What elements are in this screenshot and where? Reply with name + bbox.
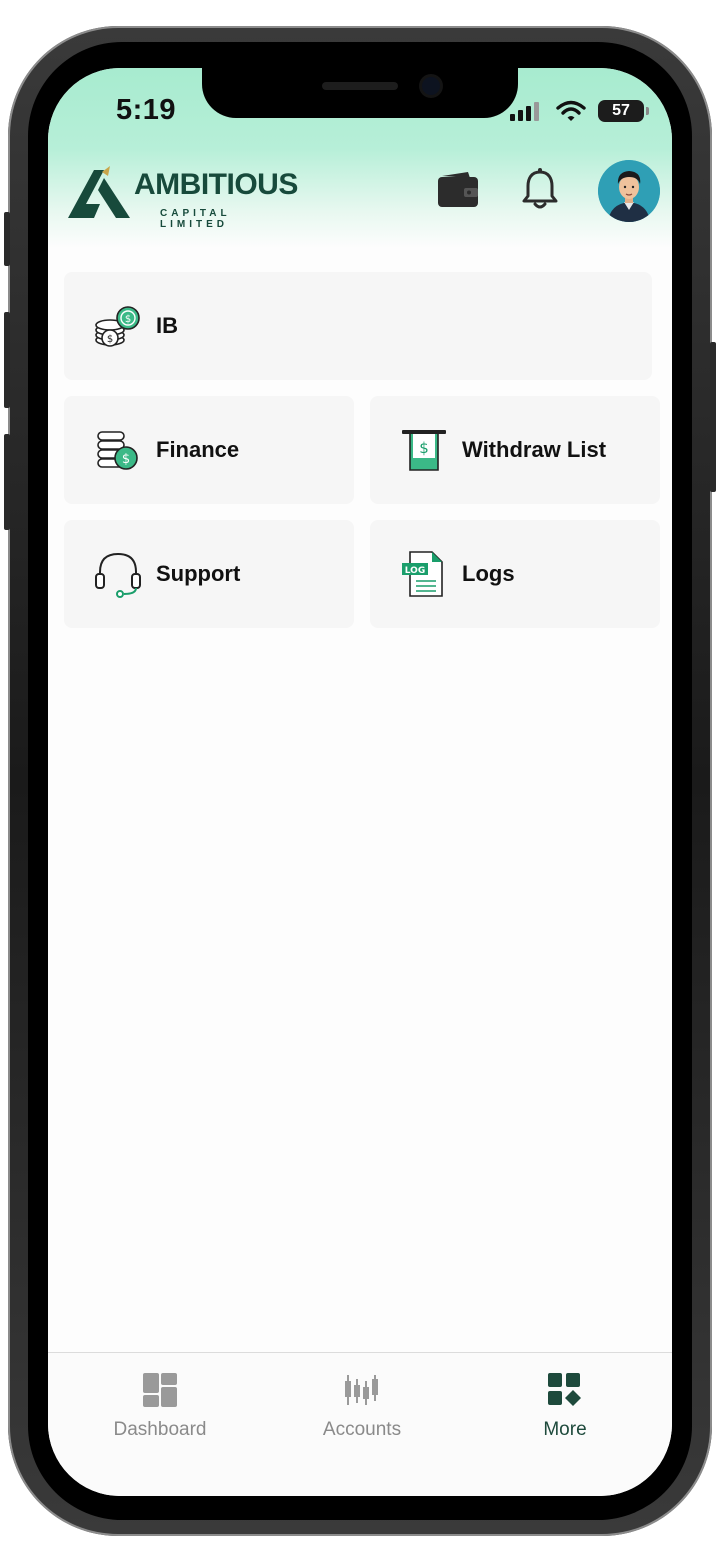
user-avatar[interactable] [598,160,660,222]
speaker [322,82,398,90]
wifi-icon [556,100,586,121]
battery-indicator: 57 [598,100,649,122]
logo-subtitle: CAPITAL LIMITED [160,208,231,230]
headset-icon [95,552,141,598]
battery-level: 57 [612,102,630,119]
power-button [710,342,716,492]
svg-text:$: $ [122,452,130,467]
mute-switch [4,212,10,266]
front-camera [422,77,440,95]
ib-label: IB [156,313,178,338]
coins-stack-icon: $ $ [95,306,140,347]
notifications-button[interactable] [516,166,564,214]
tab-dashboard-label: Dashboard [113,1419,207,1440]
avatar-person-icon [598,160,660,222]
status-time: 5:19 [116,94,177,126]
menu-card-support[interactable]: Support [64,520,354,628]
tab-more-label: More [543,1419,587,1440]
bottom-tab-bar: Dashboard Accounts More [48,1352,672,1496]
candlestick-icon [345,1375,378,1405]
notch [202,68,518,118]
logs-label: Logs [462,561,515,586]
svg-text:LOG: LOG [405,566,425,576]
cellular-signal-icon [510,102,539,121]
grid-more-icon [548,1373,581,1406]
menu-card-withdraw-list[interactable]: $ Withdraw List [370,396,660,504]
wallet-button[interactable] [434,166,482,214]
logo-title: AMBITIOUS [134,168,298,201]
status-icons: 57 [510,98,649,124]
volume-down-button [4,434,10,530]
volume-up-button [4,312,10,408]
bell-icon [522,168,558,209]
support-label: Support [156,561,241,586]
wallet-icon [438,172,478,207]
finance-coins-icon: $ [97,431,138,470]
tab-accounts-label: Accounts [322,1419,402,1440]
app-header: AMBITIOUS CAPITAL LIMITED [48,156,672,236]
tab-dashboard[interactable]: Dashboard [80,1371,240,1451]
brand-logo[interactable]: AMBITIOUS CAPITAL LIMITED [66,164,298,230]
log-file-icon: LOG [402,551,443,597]
menu-card-logs[interactable]: LOG Logs [370,520,660,628]
svg-text:$: $ [419,439,429,457]
svg-text:$: $ [107,334,113,345]
tab-accounts[interactable]: Accounts [282,1371,442,1451]
menu-card-finance[interactable]: $ Finance [64,396,354,504]
finance-label: Finance [156,437,240,462]
app-screen: 5:19 57 AMBITIOUS CAPITAL LIMITED $ $ IB… [48,68,672,1496]
logo-mark-icon [68,166,130,218]
tab-more[interactable]: More [485,1371,645,1451]
svg-text:$: $ [125,314,131,325]
withdraw-list-label: Withdraw List [462,437,607,462]
dashboard-icon [143,1373,177,1407]
withdraw-icon: $ [402,430,446,471]
menu-card-ib[interactable]: $ $ IB [64,272,652,380]
